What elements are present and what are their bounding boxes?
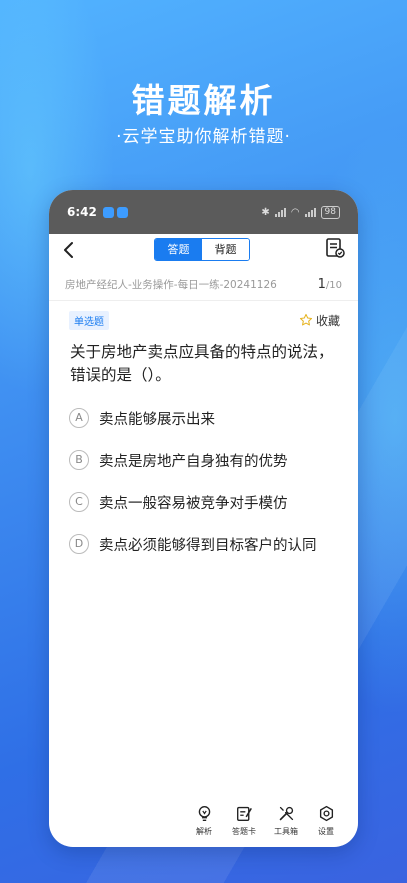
lightbulb-icon xyxy=(198,806,210,821)
exam-name: 房地产经纪人-业务操作-每日一练-20241126 xyxy=(65,278,277,291)
mode-switch: 答题 背题 xyxy=(154,238,250,261)
signal-icon xyxy=(274,207,286,217)
battery-icon: 98 xyxy=(320,205,340,219)
option-d[interactable]: D 卖点必须能够得到目标客户的认同 xyxy=(49,523,358,565)
analysis-label: 解析 xyxy=(196,827,212,836)
nav-bar: 答题 背题 xyxy=(49,234,358,268)
option-c[interactable]: C 卖点一般容易被竞争对手模仿 xyxy=(49,481,358,523)
bottom-toolbar: 解析 答题卡 工具箱 设置 xyxy=(49,803,358,847)
back-arrow-icon[interactable] xyxy=(57,238,81,262)
option-letter: D xyxy=(69,534,89,554)
favorite-label: 收藏 xyxy=(315,313,340,328)
settings-button[interactable]: 设置 xyxy=(314,803,338,847)
tab-memorize[interactable]: 背题 xyxy=(202,239,249,260)
wifi-icon: ◠ xyxy=(290,206,300,218)
answer-card-button[interactable]: 答题卡 xyxy=(230,803,258,847)
answer-sheet-icon[interactable] xyxy=(324,237,346,259)
question-progress: 1/10 xyxy=(318,277,342,292)
hero-subtitle: ·云学宝助你解析错题· xyxy=(116,127,291,147)
question-header: 单选题 收藏 xyxy=(49,309,358,331)
cloud-notification-icon xyxy=(116,206,128,218)
tab-answer[interactable]: 答题 xyxy=(155,239,202,260)
app-notification-icon xyxy=(102,206,114,218)
settings-label: 设置 xyxy=(318,827,334,836)
signal-icon-2 xyxy=(304,207,316,217)
option-letter: B xyxy=(69,450,89,470)
answer-card-label: 答题卡 xyxy=(232,827,256,836)
question-text: 关于房地产卖点应具备的特点的说法，错误的是（）。 xyxy=(70,343,334,384)
exam-info-row: 房地产经纪人-业务操作-每日一练-20241126 1/10 xyxy=(49,268,358,301)
tools-icon xyxy=(279,806,293,821)
star-icon xyxy=(299,313,313,326)
option-text: 卖点是房地产自身独有的优势 xyxy=(99,453,288,470)
hero-title: 错题解析 xyxy=(131,81,276,120)
current-question-number: 1 xyxy=(317,276,326,292)
option-b[interactable]: B 卖点是房地产自身独有的优势 xyxy=(49,439,358,481)
favorite-button[interactable]: 收藏 xyxy=(299,312,340,329)
status-time: 6:42 xyxy=(67,205,97,219)
option-text: 卖点一般容易被竞争对手模仿 xyxy=(99,495,288,512)
option-a[interactable]: A 卖点能够展示出来 xyxy=(49,397,358,439)
option-text: 卖点必须能够得到目标客户的认同 xyxy=(99,537,317,554)
option-text: 卖点能够展示出来 xyxy=(99,411,215,428)
status-bar: 6:42 ✱ ◠ 98 xyxy=(49,190,358,234)
edit-card-icon xyxy=(236,806,252,821)
option-letter: A xyxy=(69,408,89,428)
gear-icon xyxy=(319,805,333,822)
analysis-button[interactable]: 解析 xyxy=(192,803,216,847)
bluetooth-icon: ✱ xyxy=(261,206,270,218)
total-questions: /10 xyxy=(325,279,342,291)
toolbox-button[interactable]: 工具箱 xyxy=(272,803,300,847)
toolbox-label: 工具箱 xyxy=(274,827,298,836)
option-letter: C xyxy=(69,492,89,512)
phone-screen: 6:42 ✱ ◠ 98 答题 背题 房地产经纪人-业务操作-每日一练-20241… xyxy=(49,190,358,847)
status-indicators: ✱ ◠ 98 xyxy=(261,205,340,219)
question-type-badge: 单选题 xyxy=(69,310,109,330)
options-list: A 卖点能够展示出来 B 卖点是房地产自身独有的优势 C 卖点一般容易被竞争对手… xyxy=(49,397,358,565)
